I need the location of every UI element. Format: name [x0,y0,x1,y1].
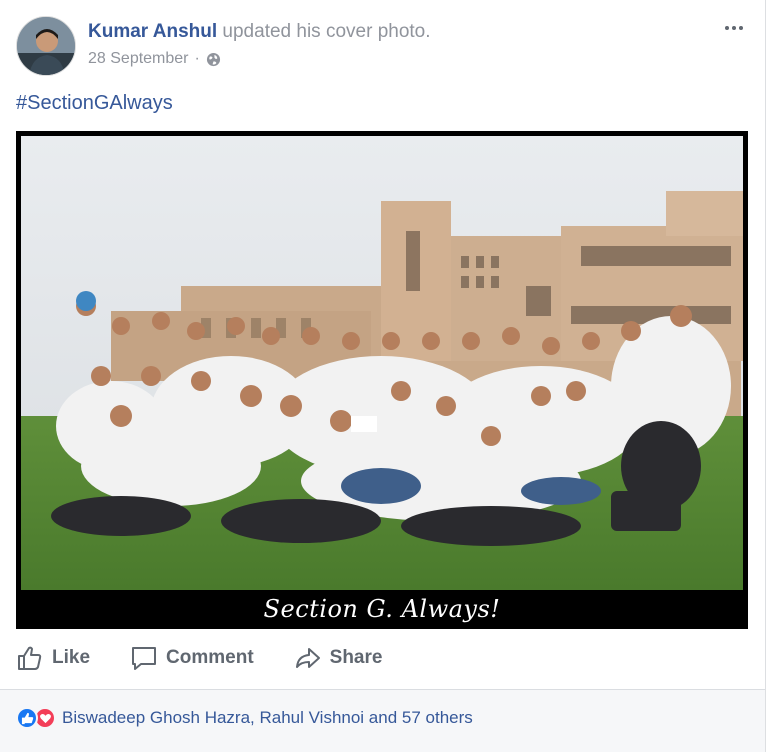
globe-icon[interactable] [206,52,221,67]
reactions-summary-text[interactable]: Biswadeep Ghosh Hazra, Rahul Vishnoi and… [62,708,473,728]
like-reaction-icon[interactable] [16,707,38,729]
comment-button[interactable]: Comment [130,644,254,672]
more-dots-icon[interactable] [721,18,747,38]
photo-overlay-caption: Section G. Always! [263,595,501,623]
cover-photo[interactable]: Section G. Always! [16,131,748,629]
share-label: Share [329,647,383,668]
group-photo-image [21,136,743,590]
post-header: Kumar Anshul updated his cover photo. 28… [16,16,749,78]
post-action-text: updated his cover photo. [222,21,431,42]
thumbs-up-icon [18,646,42,670]
comment-bubble-icon [132,647,157,670]
feed-post: Kumar Anshul updated his cover photo. 28… [0,0,766,752]
reactions-bar: Biswadeep Ghosh Hazra, Rahul Vishnoi and… [0,690,765,752]
date-separator: · [194,50,200,67]
like-button[interactable]: Like [16,644,90,672]
author-name-link[interactable]: Kumar Anshul [88,21,217,42]
like-label: Like [52,647,91,668]
post-subline: 28 September · [88,50,431,68]
share-arrow-icon [295,648,320,668]
post-action-bar: Like Comment Share [16,640,422,676]
share-button[interactable]: Share [294,644,383,672]
author-avatar[interactable] [16,16,76,76]
post-caption-hashtag[interactable]: #SectionGAlways [16,92,173,115]
post-date-link[interactable]: 28 September [88,50,189,68]
reactions-summary[interactable]: Biswadeep Ghosh Hazra, Rahul Vishnoi and… [16,707,473,729]
post-title-line: Kumar Anshul updated his cover photo. [88,20,431,44]
post-meta: Kumar Anshul updated his cover photo. 28… [88,20,431,68]
comment-label: Comment [166,647,254,668]
